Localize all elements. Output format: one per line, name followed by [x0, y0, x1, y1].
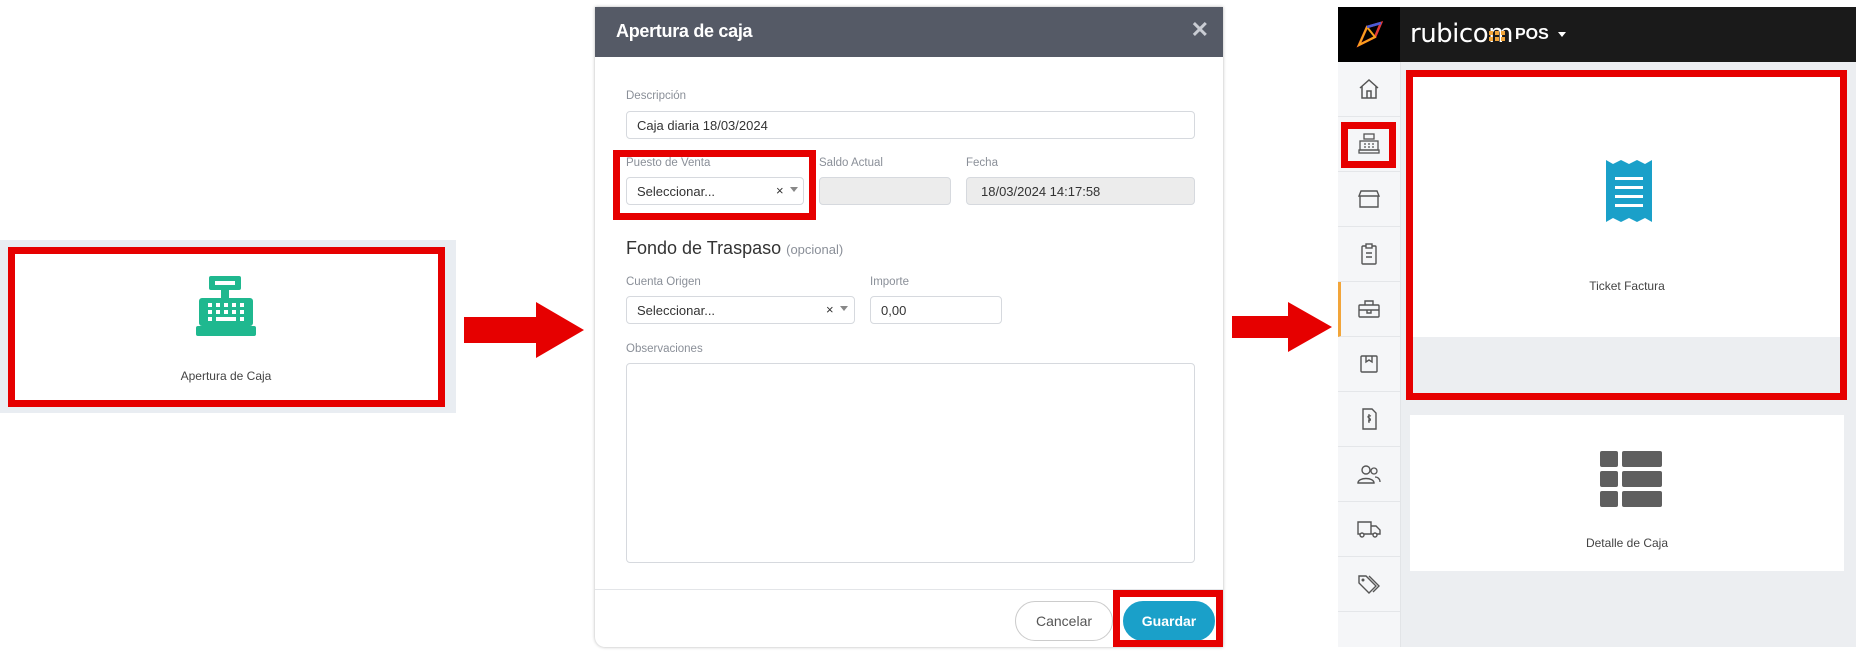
- fondo-de-traspaso-heading: Fondo de Traspaso (opcional): [626, 238, 843, 259]
- store-icon: [1357, 190, 1381, 208]
- cuenta-origen-select[interactable]: Seleccionar... ×: [626, 296, 855, 324]
- descripcion-label: Descripción: [626, 90, 687, 102]
- highlight-puesto-de-venta: [613, 150, 816, 220]
- apertura-de-caja-modal: Apertura de caja ✕ Descripción Caja diar…: [595, 7, 1223, 647]
- cuenta-origen-value: Seleccionar...: [637, 303, 716, 318]
- sidebar-item-tienda[interactable]: [1338, 172, 1400, 227]
- tile-label: Detalle de Caja: [1585, 536, 1669, 550]
- highlight-apertura-tile: [8, 247, 445, 407]
- modal-title: Apertura de caja: [616, 21, 753, 41]
- sidebar-item-clientes[interactable]: [1338, 447, 1400, 502]
- truck-icon: [1357, 521, 1381, 538]
- cancel-button[interactable]: Cancelar: [1015, 601, 1113, 641]
- modal-header: Apertura de caja ✕: [595, 7, 1223, 57]
- fecha-label: Fecha: [966, 157, 998, 169]
- close-icon[interactable]: ✕: [1191, 17, 1209, 43]
- highlight-sidebar-caja: [1341, 122, 1396, 168]
- importe-label: Importe: [870, 276, 909, 288]
- observaciones-label: Observaciones: [626, 343, 703, 355]
- sidebar-item-etiquetas[interactable]: [1338, 557, 1400, 612]
- chevron-down-icon[interactable]: [840, 306, 848, 311]
- cuenta-origen-label: Cuenta Origen: [626, 276, 701, 288]
- observaciones-textarea[interactable]: [626, 363, 1195, 563]
- saldo-actual-input: [819, 177, 951, 205]
- box-icon: [1360, 355, 1378, 373]
- caret-down-icon: [1558, 32, 1567, 38]
- arrow-right-icon: [464, 302, 584, 358]
- clipboard-icon: [1361, 243, 1377, 265]
- highlight-guardar-button: [1113, 590, 1223, 647]
- sidebar-item-productos[interactable]: [1338, 337, 1400, 392]
- importe-input[interactable]: 0,00: [870, 296, 1002, 324]
- grid-icon: [1489, 31, 1505, 41]
- top-bar: rubicom POS: [1338, 7, 1856, 62]
- invoice-icon: [1362, 408, 1377, 430]
- fecha-value: 18/03/2024 14:17:58: [981, 184, 1101, 199]
- sidebar-item-home[interactable]: [1338, 62, 1400, 117]
- saldo-actual-label: Saldo Actual: [819, 157, 883, 169]
- importe-value: 0,00: [881, 303, 907, 318]
- home-icon: [1359, 78, 1379, 99]
- table-icon: [1600, 451, 1662, 507]
- module-selector[interactable]: POS: [1515, 26, 1567, 44]
- users-icon: [1357, 465, 1381, 484]
- toolbox-icon: [1358, 300, 1380, 318]
- sidebar-item-herramientas[interactable]: [1338, 282, 1400, 337]
- sidebar-item-pedidos[interactable]: [1338, 227, 1400, 282]
- tile-detalle-de-caja[interactable]: Detalle de Caja: [1410, 415, 1844, 571]
- fecha-input: 18/03/2024 14:17:58: [966, 177, 1195, 205]
- descripcion-input[interactable]: Caja diaria 18/03/2024: [626, 111, 1195, 139]
- descripcion-value: Caja diaria 18/03/2024: [637, 118, 768, 133]
- section-title: Fondo de Traspaso: [626, 238, 782, 258]
- highlight-ticket-factura-tile: [1406, 70, 1847, 400]
- module-label: POS: [1515, 26, 1549, 43]
- sidebar-item-envios[interactable]: [1338, 502, 1400, 557]
- section-optional: (opcional): [786, 242, 844, 257]
- rubicom-logo-icon: [1356, 21, 1383, 48]
- arrow-right-icon: [1232, 302, 1332, 352]
- sidebar-item-facturas[interactable]: [1338, 392, 1400, 447]
- clear-icon[interactable]: ×: [826, 302, 834, 317]
- logo[interactable]: [1338, 7, 1400, 62]
- tags-icon: [1358, 575, 1380, 594]
